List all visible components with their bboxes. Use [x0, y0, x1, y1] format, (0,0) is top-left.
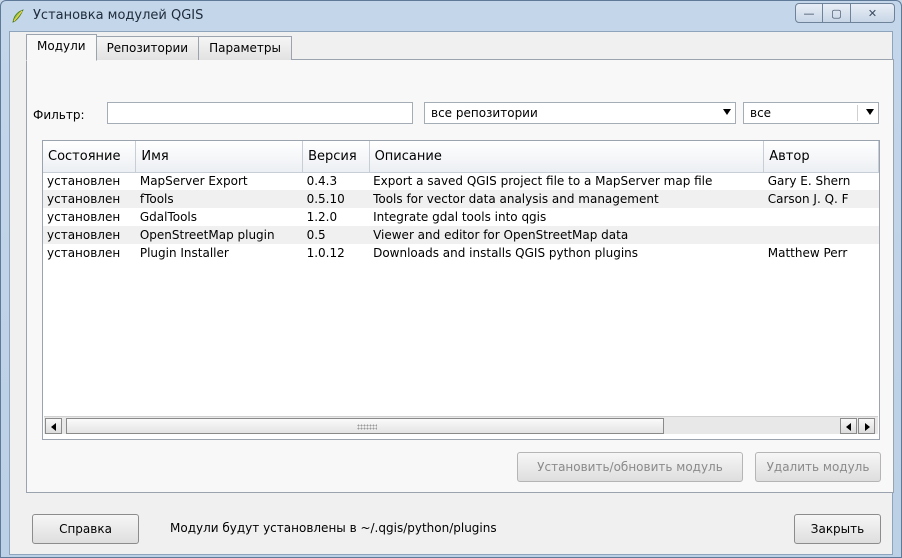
- minimize-button[interactable]: —: [795, 3, 823, 23]
- cell-name: MapServer Export: [139, 174, 248, 189]
- help-button[interactable]: Справка: [32, 514, 139, 544]
- chevron-down-icon: [866, 109, 874, 115]
- horizontal-scrollbar[interactable]: [44, 416, 878, 434]
- cell-version: 0.4.3: [306, 174, 338, 189]
- cell-author: Gary E. Shern: [767, 174, 851, 189]
- tab-repositories[interactable]: Репозитории: [95, 36, 200, 60]
- maximize-icon: ▢: [831, 6, 842, 20]
- table-row[interactable]: установлен MapServer Export 0.4.3 Export a …: [43, 172, 879, 190]
- close-window-button[interactable]: ✕: [851, 3, 895, 23]
- table-row[interactable]: установлен GdalTools 1.2.0 Integrate gdal t…: [43, 208, 879, 226]
- table-row[interactable]: установлен OpenStreetMap plugin 0.5 Viewer …: [43, 226, 879, 244]
- cell-author: Matthew Perr: [767, 246, 848, 260]
- column-header-description[interactable]: Описание: [369, 141, 765, 173]
- column-header-name[interactable]: Имя: [135, 141, 304, 173]
- cell-status: установлен: [47, 246, 121, 260]
- cell-description: Tools for vector data analysis and manag…: [369, 190, 764, 208]
- cell-name: OpenStreetMap plugin: [135, 226, 303, 244]
- scroll-left-button[interactable]: [45, 418, 62, 434]
- cell-status: установлен: [47, 174, 121, 189]
- column-header-version[interactable]: Версия: [302, 141, 370, 173]
- plugins-table[interactable]: Состояние Имя Версия Описание Автор уста…: [42, 140, 880, 440]
- cell-version: 0.5.10: [302, 190, 370, 208]
- cell-name: Plugin Installer: [139, 246, 229, 260]
- cell-description: Export a saved QGIS project file to a Ma…: [373, 174, 713, 189]
- close-button[interactable]: Закрыть: [794, 514, 881, 544]
- uninstall-button[interactable]: Удалить модуль: [755, 452, 881, 482]
- status-select[interactable]: все: [743, 102, 879, 124]
- filter-input[interactable]: [107, 102, 413, 124]
- cell-version: 1.2.0: [306, 210, 338, 224]
- status-select-value: все: [750, 106, 772, 120]
- table-row[interactable]: установлен fTools 0.5.10 Tools for vector d…: [43, 190, 879, 208]
- repository-select[interactable]: все репозитории: [424, 102, 736, 124]
- installer-window: Установка модулей QGIS — ▢ ✕ Модули Репо…: [0, 0, 902, 558]
- table-header-row: Состояние Имя Версия Описание Автор: [43, 141, 879, 173]
- cell-version: 0.5: [302, 226, 370, 244]
- window-title: Установка модулей QGIS: [33, 8, 204, 23]
- scroll-left-button-2[interactable]: [840, 418, 857, 434]
- cell-author: [763, 226, 879, 244]
- table-row[interactable]: установлен Plugin Installer 1.0.12 Download…: [43, 244, 879, 262]
- cell-version: 1.0.12: [306, 246, 345, 260]
- qgis-icon: [12, 9, 24, 23]
- maximize-button[interactable]: ▢: [823, 3, 851, 23]
- grip-icon: [357, 424, 377, 430]
- minimize-icon: —: [803, 6, 815, 20]
- scroll-right-button[interactable]: [858, 418, 875, 434]
- cell-name: fTools: [135, 190, 303, 208]
- install-update-button[interactable]: Установить/обновить модуль: [517, 452, 743, 482]
- tab-parameters[interactable]: Параметры: [198, 36, 292, 60]
- cell-status: установлен: [47, 210, 121, 224]
- cell-description: Integrate gdal tools into qgis: [373, 210, 547, 224]
- cell-description: Viewer and editor for OpenStreetMap data: [369, 226, 764, 244]
- window-controls: — ▢ ✕: [795, 3, 895, 23]
- cell-author: [764, 208, 879, 226]
- scroll-thumb[interactable]: [66, 418, 664, 434]
- cell-status: установлен: [43, 190, 136, 208]
- tab-bar: Модули Репозитории Параметры: [26, 34, 292, 61]
- repository-select-value: все репозитории: [431, 106, 538, 120]
- table-body: установлен MapServer Export 0.4.3 Export a …: [43, 172, 879, 262]
- cell-status: установлен: [43, 226, 136, 244]
- cell-author: Carson J. Q. F: [763, 190, 879, 208]
- column-header-status[interactable]: Состояние: [43, 141, 137, 173]
- close-icon: ✕: [867, 6, 878, 20]
- filter-label: Фильтр:: [33, 108, 85, 122]
- arrow-left-icon: [51, 423, 56, 431]
- arrow-right-icon: [865, 423, 870, 431]
- install-path-info: Модули будут установлены в ~/.qgis/pytho…: [170, 521, 497, 535]
- combo-separator: [857, 105, 858, 121]
- title-bar[interactable]: Установка модулей QGIS — ▢ ✕: [1, 1, 901, 31]
- cell-name: GdalTools: [139, 210, 198, 224]
- tab-modules[interactable]: Модули: [26, 34, 97, 61]
- chevron-down-icon: [723, 109, 731, 115]
- arrow-left-icon: [846, 423, 851, 431]
- column-header-author[interactable]: Автор: [763, 141, 879, 173]
- cell-description: Downloads and installs QGIS python plugi…: [373, 246, 639, 260]
